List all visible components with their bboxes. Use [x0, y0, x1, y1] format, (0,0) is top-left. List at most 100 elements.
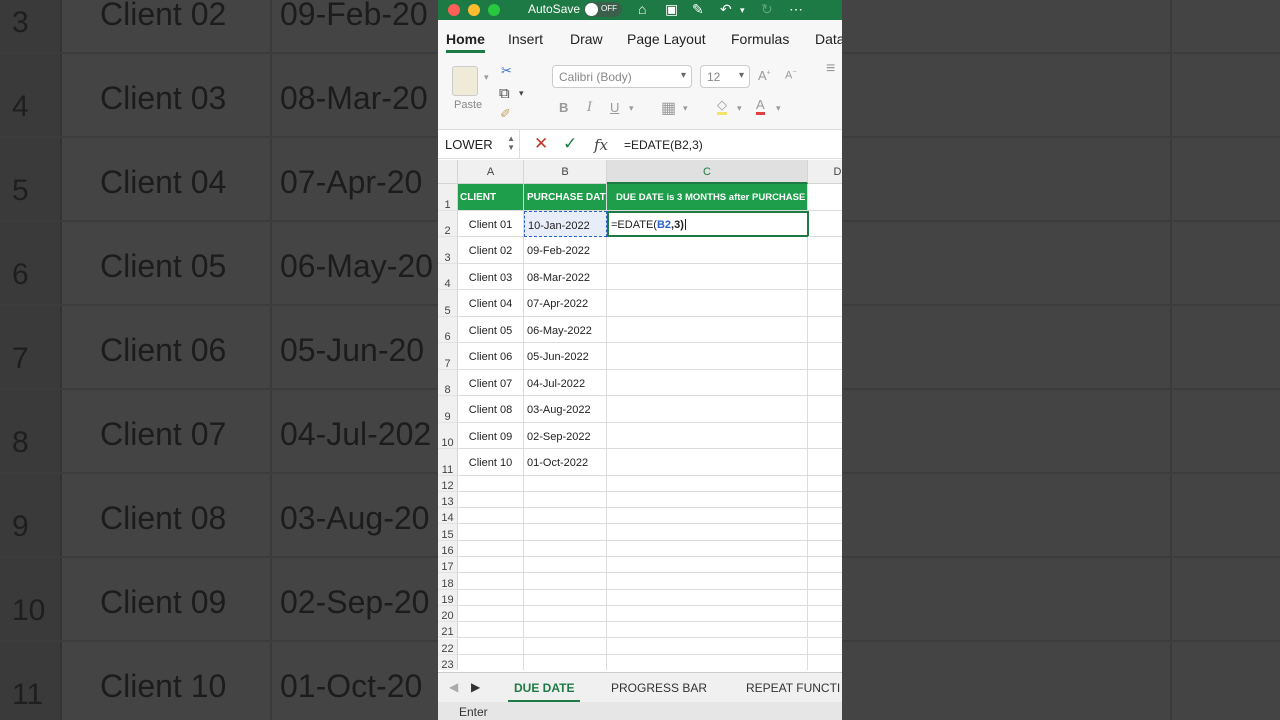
column-header-c[interactable]: C [607, 160, 808, 184]
underline-dropdown-icon[interactable]: ▾ [629, 103, 634, 114]
due-date-cell[interactable] [607, 396, 808, 423]
purchase-date-cell[interactable]: 08-Mar-2022 [524, 263, 607, 290]
table-cell[interactable] [808, 211, 842, 237]
editing-cell-c2[interactable]: =EDATE(B2,3) [607, 210, 809, 237]
fill-color-icon[interactable]: ◇ [717, 98, 727, 115]
table-cell[interactable] [808, 343, 842, 370]
empty-cell[interactable] [524, 491, 607, 509]
insert-function-button[interactable]: fx [594, 136, 608, 154]
empty-cell[interactable] [524, 573, 607, 590]
row-header[interactable]: 12 [438, 475, 458, 492]
due-date-cell[interactable] [607, 316, 808, 343]
empty-cell[interactable] [607, 605, 808, 623]
undo-dropdown-icon[interactable]: ▾ [740, 5, 745, 16]
due-date-cell[interactable] [607, 369, 808, 396]
empty-cell[interactable] [808, 639, 842, 655]
purchase-date-cell[interactable]: 10-Jan-2022 [524, 210, 607, 237]
sheet-tab-progress-bar[interactable]: PROGRESS BAR [611, 681, 707, 695]
font-color-icon[interactable]: A [756, 98, 765, 115]
empty-cell[interactable] [607, 638, 808, 655]
purchase-date-cell[interactable]: 02-Sep-2022 [524, 422, 607, 449]
client-cell[interactable]: Client 01 [458, 210, 524, 237]
more-icon[interactable]: ⋯ [789, 1, 803, 18]
sheet-tab-due-date[interactable]: DUE DATE [507, 681, 581, 703]
due-date-cell[interactable] [607, 422, 808, 449]
redo-icon[interactable]: ↻ [761, 1, 773, 18]
table-cell[interactable] [808, 449, 842, 476]
empty-cell[interactable] [607, 475, 808, 492]
stepper-icon[interactable]: ▲ ▼ [507, 134, 515, 152]
row-header[interactable]: 16 [438, 540, 458, 557]
empty-cell[interactable] [524, 475, 607, 492]
empty-cell[interactable] [808, 476, 842, 492]
next-sheet-icon[interactable]: ▶ [471, 680, 480, 694]
client-cell[interactable]: Client 08 [458, 396, 524, 423]
row-header[interactable]: 21 [438, 622, 458, 639]
purchase-date-cell[interactable]: 01-Oct-2022 [524, 449, 607, 476]
underline-icon[interactable]: U [610, 100, 619, 115]
purchase-date-cell[interactable]: 09-Feb-2022 [524, 237, 607, 264]
row-header[interactable]: 4 [438, 263, 458, 290]
save-as-icon[interactable]: ✎ [692, 1, 704, 18]
align-icon[interactable]: ≡ [826, 60, 835, 78]
increase-font-icon[interactable]: A+ [758, 68, 771, 83]
empty-cell[interactable] [458, 605, 524, 623]
formula-input[interactable]: =EDATE(B2,3) [624, 138, 703, 152]
empty-cell[interactable] [524, 605, 607, 623]
row-header[interactable]: 3 [438, 237, 458, 264]
empty-cell[interactable] [458, 508, 524, 525]
header-cell-due-date[interactable]: DUE DATE is 3 MONTHS after PURCHASE [607, 184, 808, 211]
row-header[interactable]: 8 [438, 369, 458, 396]
row-header[interactable]: 11 [438, 449, 458, 476]
client-cell[interactable]: Client 09 [458, 422, 524, 449]
sheet-tab-repeat-function[interactable]: REPEAT FUNCTI [746, 681, 840, 695]
empty-cell[interactable] [607, 508, 808, 525]
empty-cell[interactable] [458, 557, 524, 574]
font-size-select[interactable]: 12 ▾ [700, 65, 750, 88]
empty-cell[interactable] [607, 654, 808, 670]
row-header[interactable]: 13 [438, 491, 458, 509]
empty-cell[interactable] [808, 557, 842, 574]
row-header[interactable]: 19 [438, 589, 458, 606]
empty-cell[interactable] [808, 590, 842, 606]
table-cell[interactable] [808, 237, 842, 264]
empty-cell[interactable] [607, 622, 808, 639]
copy-dropdown-icon[interactable]: ▾ [519, 88, 524, 99]
due-date-cell[interactable] [607, 290, 808, 317]
row-header[interactable]: 14 [438, 508, 458, 525]
home-icon[interactable]: ⌂ [638, 1, 646, 17]
row-header[interactable]: 5 [438, 290, 458, 317]
autosave-toggle[interactable]: OFF [584, 2, 622, 17]
empty-cell[interactable] [524, 540, 607, 557]
empty-cell[interactable] [458, 573, 524, 590]
row-header[interactable]: 20 [438, 605, 458, 623]
fill-color-dropdown-icon[interactable]: ▾ [737, 103, 742, 114]
column-header-a[interactable]: A [458, 160, 524, 184]
row-header[interactable]: 9 [438, 396, 458, 423]
empty-cell[interactable] [524, 638, 607, 655]
due-date-cell[interactable] [607, 237, 808, 264]
client-cell[interactable]: Client 03 [458, 263, 524, 290]
row-header[interactable]: 15 [438, 524, 458, 541]
empty-cell[interactable] [458, 622, 524, 639]
column-header-b[interactable]: B [524, 160, 607, 184]
column-header-d[interactable]: D [808, 160, 842, 184]
purchase-date-cell[interactable]: 06-May-2022 [524, 316, 607, 343]
empty-cell[interactable] [458, 589, 524, 606]
empty-cell[interactable] [524, 508, 607, 525]
row-header[interactable]: 17 [438, 557, 458, 574]
italic-icon[interactable]: I [587, 100, 592, 115]
empty-cell[interactable] [458, 524, 524, 541]
tab-page-layout[interactable]: Page Layout [627, 31, 706, 47]
empty-cell[interactable] [808, 492, 842, 509]
purchase-date-cell[interactable]: 07-Apr-2022 [524, 290, 607, 317]
row-header[interactable]: 1 [438, 184, 458, 211]
format-painter-icon[interactable]: ✐ [500, 106, 511, 122]
tab-draw[interactable]: Draw [570, 31, 603, 47]
decrease-font-icon[interactable]: A− [785, 69, 796, 82]
copy-icon[interactable]: ⧉ [499, 85, 510, 102]
row-header[interactable]: 18 [438, 573, 458, 590]
confirm-icon[interactable]: ✓ [563, 134, 577, 154]
tab-data[interactable]: Data [815, 31, 842, 47]
table-cell[interactable] [808, 370, 842, 396]
